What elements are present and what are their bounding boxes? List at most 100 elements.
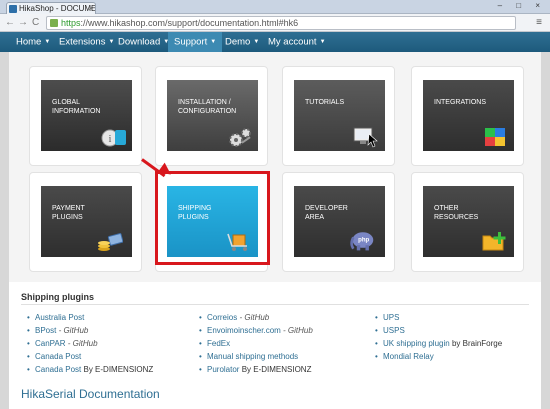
browser-tab[interactable]: HikaShop - DOCUMENTA × [6,2,96,14]
list-item: Mondial Relay [375,350,502,363]
tile-label: GLOBAL INFORMATION [52,99,101,115]
tile-panel: INTEGRATIONS [423,80,514,151]
list-item: UPS [375,311,502,324]
plugin-link[interactable]: UPS [383,313,399,322]
list-item: UK shipping plugin by BrainForge [375,337,502,350]
tile-integrations[interactable]: INTEGRATIONS [411,66,524,166]
nav-my-account-label: My account [268,36,317,48]
shipping-list-col1: Australia Post BPost - GitHub CanPAR - G… [27,311,153,376]
plugin-link[interactable]: Correios [207,313,237,322]
tile-tutorials[interactable]: TUTORIALS [282,66,395,166]
nav-support-label: Support [174,36,208,48]
tile-payment-plugins[interactable]: PAYMENT PLUGINS [29,172,142,272]
tab-close-icon[interactable]: × [88,3,93,14]
tile-installation-configuration[interactable]: INSTALLATION / CONFIGURATION [155,66,268,166]
tab-title: HikaShop - DOCUMENTA [19,4,96,13]
browser-menu-icon[interactable]: ≡ [536,17,542,28]
tile-panel: OTHER RESOURCES [423,186,514,257]
tile-label: INSTALLATION / CONFIGURATION [178,99,237,115]
list-item: Canada Post [27,350,153,363]
list-item: Manual shipping methods [199,350,313,363]
plugin-link[interactable]: Purolator [207,365,239,374]
folder-plus-icon [482,232,506,251]
tile-label: OTHER RESOURCES [434,205,479,221]
tile-label: INTEGRATIONS [434,99,486,106]
list-item: USPS [375,324,502,337]
chevron-down-icon: ▼ [253,39,260,45]
plugin-link[interactable]: Australia Post [35,313,84,322]
tile-label: PAYMENT PLUGINS [52,205,85,221]
tile-label: DEVELOPER AREA [305,205,348,221]
url-scheme: https [61,18,81,28]
svg-text:php: php [358,238,369,244]
puzzle-icon [485,128,505,146]
reload-icon[interactable]: C [32,17,39,28]
tile-other-resources[interactable]: OTHER RESOURCES [411,172,524,272]
plugin-link[interactable]: BPost [35,326,56,335]
tile-panel: GLOBAL INFORMATION i [41,80,132,151]
plugin-author: By E-DIMENSIONZ [239,365,312,374]
shipping-list-col3: UPS USPS UK shipping plugin by BrainForg… [375,311,502,363]
nav-demo-label: Demo [225,36,251,48]
nav-my-account[interactable]: My account ▼ [262,32,332,52]
list-item: Purolator By E-DIMENSIONZ [199,363,313,376]
section-title: Shipping plugins [21,292,94,302]
plugin-source: - GitHub [56,326,89,335]
list-item: Envoimoinscher.com - GitHub [199,324,313,337]
plugin-link[interactable]: Manual shipping methods [207,352,298,361]
annotation-highlight-box [155,171,270,265]
chevron-down-icon: ▼ [44,39,51,45]
nav-download-label: Download [118,36,161,48]
nav-support[interactable]: Support ▼ [168,32,223,52]
shipping-list-col2: Correios - GitHub Envoimoinscher.com - G… [199,311,313,376]
tile-panel: INSTALLATION / CONFIGURATION [167,80,258,151]
url-input[interactable]: https://www.hikashop.com/support/documen… [46,16,516,30]
list-item: BPost - GitHub [27,324,153,337]
window-controls[interactable]: – □ × [498,1,546,10]
list-item: Australia Post [27,311,153,324]
favicon-icon [9,5,17,13]
plugin-author: by BrainForge [449,339,503,348]
nav-download[interactable]: Download ▼ [112,32,175,52]
lock-icon [50,19,58,27]
address-toolbar: ← → C https://www.hikashop.com/support/d… [0,14,550,32]
info-icon: i [101,129,126,147]
plugin-author: By E-DIMENSIONZ [81,365,154,374]
tile-panel: PAYMENT PLUGINS [41,186,132,257]
tile-label: TUTORIALS [305,99,345,106]
tile-developer-area[interactable]: DEVELOPER AREA php [282,172,395,272]
plugin-source: - GitHub [65,339,98,348]
tile-global-information[interactable]: GLOBAL INFORMATION i [29,66,142,166]
monitor-cursor-icon [353,127,378,148]
list-item: CanPAR - GitHub [27,337,153,350]
url-path: ://www.hikashop.com/support/documentatio… [80,18,299,28]
plugin-link[interactable]: Canada Post [35,365,81,374]
forward-arrow-icon[interactable]: → [18,17,28,28]
hikaserial-documentation-heading: HikaSerial Documentation [21,387,160,401]
plugin-source: - GitHub [280,326,313,335]
divider [21,304,529,305]
plugin-link[interactable]: CanPAR [35,339,66,348]
browser-titlebar: HikaShop - DOCUMENTA × – □ × [0,0,550,14]
nav-home-label: Home [16,36,42,48]
plugin-link[interactable]: UK shipping plugin [383,339,450,348]
site-nav: Home ▼ Extensions ▼ Download ▼ Support ▼ Dem… [0,32,550,52]
plugin-link[interactable]: USPS [383,326,405,335]
plugin-link[interactable]: Mondial Relay [383,352,434,361]
plugin-source: - GitHub [237,313,270,322]
plugin-link[interactable]: Envoimoinscher.com [207,326,281,335]
php-elephant-icon: php [350,232,374,251]
coins-card-icon [98,233,123,251]
svg-text:i: i [109,134,112,145]
nav-demo[interactable]: Demo ▼ [219,32,265,52]
nav-extensions[interactable]: Extensions ▼ [53,32,120,52]
list-item: Canada Post By E-DIMENSIONZ [27,363,153,376]
plugin-link[interactable]: FedEx [207,339,230,348]
chevron-down-icon: ▼ [319,39,326,45]
plugin-link[interactable]: Canada Post [35,352,81,361]
tile-panel: TUTORIALS [294,80,385,151]
gears-icon [229,128,251,147]
nav-extensions-label: Extensions [59,36,106,48]
nav-home[interactable]: Home ▼ [10,32,56,52]
back-arrow-icon[interactable]: ← [5,17,15,28]
